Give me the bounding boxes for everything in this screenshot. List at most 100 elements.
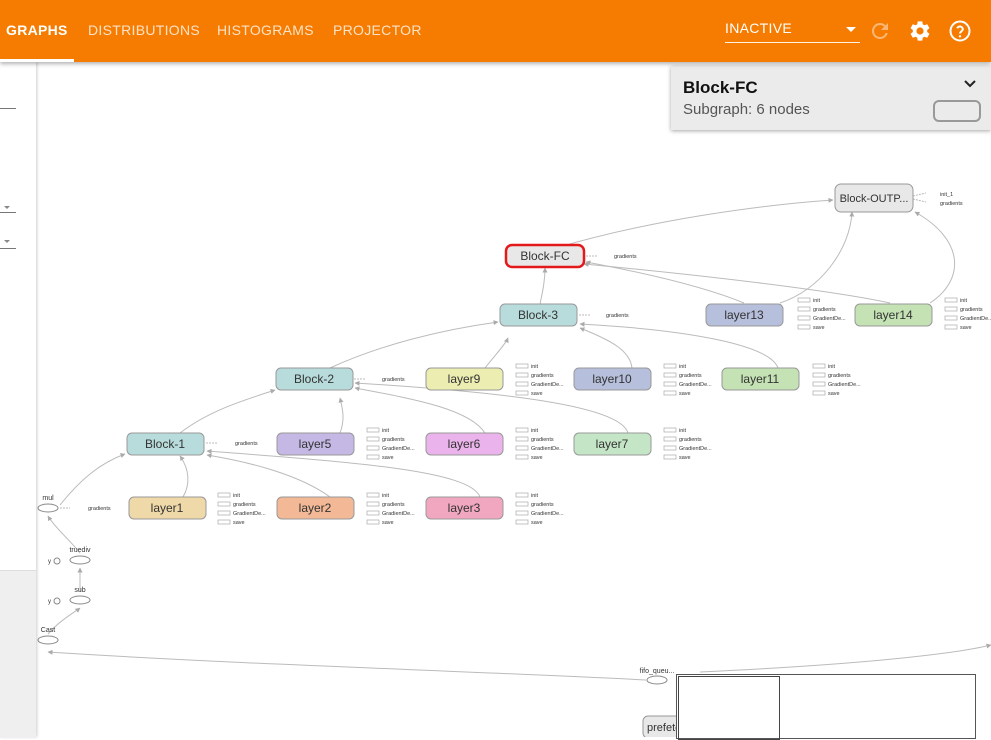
svg-text:GradientDe...: GradientDe... — [828, 382, 861, 388]
svg-text:sub: sub — [74, 587, 85, 594]
svg-text:layer6: layer6 — [448, 437, 481, 451]
svg-text:GradientDe...: GradientDe... — [531, 446, 564, 452]
svg-text:mul: mul — [42, 495, 54, 502]
svg-text:gradients: gradients — [960, 307, 983, 313]
svg-text:save: save — [382, 455, 394, 461]
gear-icon[interactable] — [908, 19, 932, 43]
chevron-down-icon — [846, 27, 856, 32]
info-card-subtitle: Subgraph: 6 nodes — [683, 101, 810, 118]
svg-text:save: save — [813, 325, 825, 331]
svg-text:gradients: gradients — [233, 502, 256, 508]
svg-text:truediv: truediv — [69, 547, 91, 554]
const-y-2 — [53, 597, 61, 605]
reload-icon[interactable] — [868, 19, 892, 43]
svg-text:GradientDe...: GradientDe... — [382, 446, 415, 452]
svg-text:init: init — [813, 298, 821, 304]
svg-text:init: init — [531, 493, 539, 499]
const-y-1 — [53, 557, 61, 565]
svg-text:GradientDe...: GradientDe... — [679, 382, 712, 388]
svg-text:gradients: gradients — [531, 502, 554, 508]
sidebar-select-line[interactable] — [0, 212, 16, 213]
svg-text:layer11: layer11 — [741, 372, 780, 386]
svg-text:gradients: gradients — [679, 437, 702, 443]
node-sub[interactable] — [69, 595, 91, 605]
svg-text:save: save — [679, 391, 691, 397]
svg-text:layer9: layer9 — [448, 372, 481, 386]
svg-text:Block-3: Block-3 — [518, 308, 558, 322]
svg-text:GradientDe...: GradientDe... — [679, 446, 712, 452]
sidebar — [0, 62, 36, 738]
svg-text:gradients: gradients — [88, 506, 111, 512]
info-card-title: Block-FC — [683, 78, 758, 97]
tab-histograms[interactable]: HISTOGRAMS — [217, 22, 314, 38]
expand-chevron-icon[interactable] — [963, 78, 977, 90]
svg-text:init: init — [382, 493, 390, 499]
svg-text:save: save — [828, 391, 840, 397]
svg-text:GradientDe...: GradientDe... — [382, 511, 415, 517]
svg-text:gradients: gradients — [235, 441, 258, 447]
svg-text:layer2: layer2 — [299, 501, 332, 515]
svg-text:layer13: layer13 — [724, 308, 764, 322]
svg-text:save: save — [233, 520, 245, 526]
svg-text:GradientDe...: GradientDe... — [233, 511, 266, 517]
minimap-viewport[interactable] — [678, 676, 780, 740]
svg-text:fifo_queu...: fifo_queu... — [640, 668, 675, 675]
node-info-card: Block-FC Subgraph: 6 nodes — [671, 66, 991, 130]
svg-text:gradients: gradients — [940, 201, 963, 207]
svg-text:save: save — [679, 455, 691, 461]
active-tab-indicator — [0, 59, 74, 62]
node-y-1: y — [48, 559, 51, 565]
run-status-select[interactable]: INACTIVE — [725, 20, 860, 43]
sidebar-select-line-2[interactable] — [0, 248, 16, 249]
svg-text:init: init — [679, 364, 687, 370]
svg-text:init: init — [828, 364, 836, 370]
svg-text:init: init — [960, 298, 968, 304]
svg-text:Block-FC: Block-FC — [520, 249, 570, 263]
svg-text:Cast: Cast — [41, 627, 55, 634]
svg-text:Block-OUTP...: Block-OUTP... — [840, 193, 909, 205]
svg-text:layer3: layer3 — [448, 501, 481, 515]
svg-text:gradients: gradients — [679, 373, 702, 379]
svg-text:layer7: layer7 — [596, 437, 629, 451]
node-mul[interactable] — [37, 503, 59, 513]
svg-text:layer1: layer1 — [151, 501, 184, 515]
svg-text:layer10: layer10 — [592, 372, 632, 386]
svg-text:save: save — [531, 520, 543, 526]
svg-text:gradients: gradients — [382, 377, 405, 383]
run-status-value: INACTIVE — [725, 20, 792, 36]
svg-text:init: init — [531, 364, 539, 370]
sidebar-legend-area — [0, 570, 36, 738]
node-truediv[interactable] — [69, 555, 91, 565]
svg-text:save: save — [531, 391, 543, 397]
svg-text:gradients: gradients — [828, 373, 851, 379]
svg-text:GradientDe...: GradientDe... — [813, 316, 846, 322]
svg-text:Block-1: Block-1 — [145, 437, 185, 451]
node-fifo-queue[interactable] — [646, 675, 668, 685]
svg-text:layer5: layer5 — [299, 437, 332, 451]
graph-nodes: Block-OUTP... Block-FC Block-3 Block-2 B… — [37, 183, 933, 737]
aux-labels: init_1 gradients gradients gradients gra… — [88, 192, 991, 526]
sidebar-select-arrow-icon-2[interactable] — [4, 240, 10, 243]
sidebar-divider — [0, 108, 16, 109]
svg-text:save: save — [960, 325, 972, 331]
svg-text:init: init — [382, 428, 390, 434]
tab-graphs[interactable]: GRAPHS — [6, 22, 68, 38]
node-y-2: y — [48, 599, 51, 605]
help-icon[interactable] — [948, 19, 972, 43]
svg-text:save: save — [531, 455, 543, 461]
svg-text:save: save — [382, 520, 394, 526]
svg-text:gradients: gradients — [531, 373, 554, 379]
svg-text:gradients: gradients — [813, 307, 836, 313]
svg-text:init: init — [679, 428, 687, 434]
tab-projector[interactable]: PROJECTOR — [333, 22, 422, 38]
expand-toggle[interactable] — [933, 100, 981, 122]
graph-minimap[interactable] — [676, 674, 976, 740]
svg-text:GradientDe...: GradientDe... — [531, 511, 564, 517]
svg-text:Block-2: Block-2 — [294, 372, 334, 386]
sidebar-select-arrow-icon[interactable] — [4, 206, 10, 209]
node-cast[interactable] — [37, 635, 59, 645]
svg-text:gradients: gradients — [531, 437, 554, 443]
tab-distributions[interactable]: DISTRIBUTIONS — [88, 22, 200, 38]
svg-text:init_1: init_1 — [940, 192, 953, 198]
svg-text:gradients: gradients — [382, 502, 405, 508]
